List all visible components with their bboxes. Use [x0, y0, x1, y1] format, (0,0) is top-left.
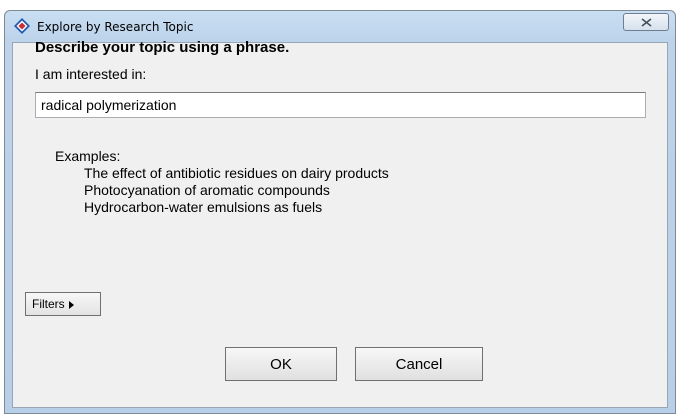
examples-block: Examples: The effect of antibiotic resid…: [55, 148, 389, 216]
example-item: Hydrocarbon-water emulsions as fuels: [84, 199, 323, 215]
topic-input[interactable]: [35, 92, 646, 118]
example-item: Photocyanation of aromatic compounds: [84, 182, 330, 198]
triangle-right-icon: [68, 301, 74, 309]
filters-button[interactable]: Filters: [25, 292, 101, 316]
examples-title: Examples:: [55, 148, 121, 164]
close-button[interactable]: [623, 13, 669, 31]
form-heading: Describe your topic using a phrase.: [35, 39, 290, 56]
window-title: Explore by Research Topic: [37, 20, 194, 34]
filters-label: Filters: [32, 297, 65, 311]
ok-button[interactable]: OK: [225, 347, 337, 381]
example-item: The effect of antibiotic residues on dai…: [84, 165, 389, 181]
diamond-app-icon: [13, 17, 31, 35]
topic-label: I am interested in:: [35, 66, 147, 82]
cancel-button[interactable]: Cancel: [355, 347, 483, 381]
